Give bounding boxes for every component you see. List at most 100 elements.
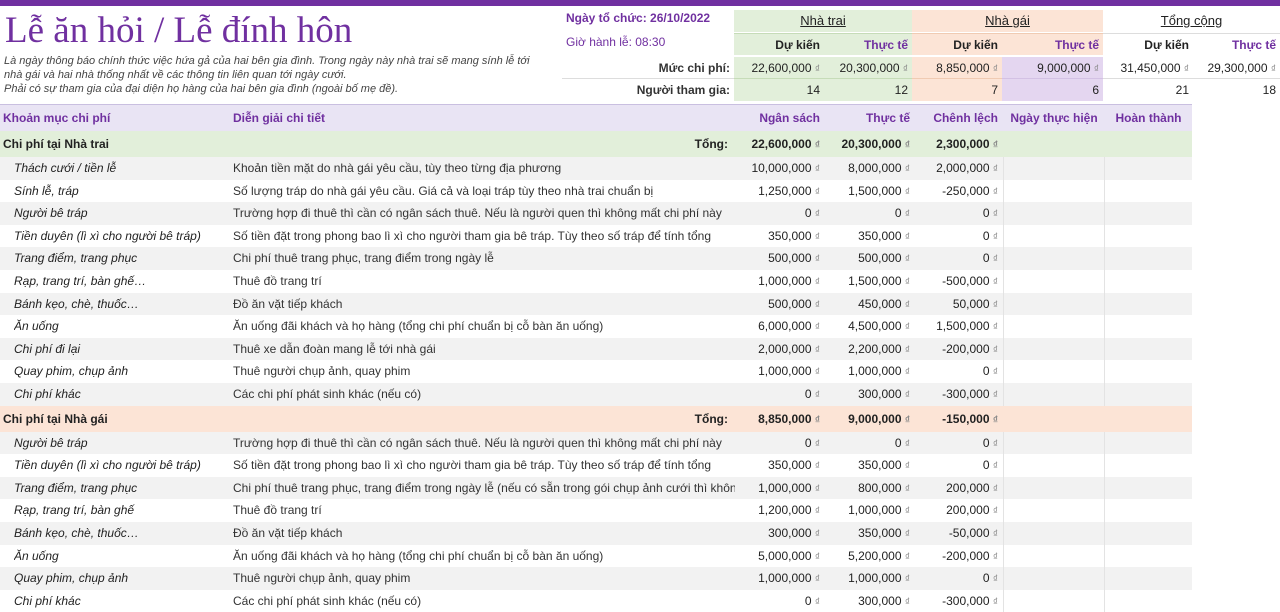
row-detail[interactable]: Trường hợp đi thuê thì cần có ngân sách … (233, 432, 735, 455)
row-category[interactable]: Chi phí khác (14, 383, 228, 406)
summary-groom-actual-header[interactable]: Thực tế (824, 33, 912, 55)
row-budget[interactable]: 1,250,000 ₫ (737, 180, 824, 203)
row-actual[interactable]: 2,200,000 ₫ (826, 338, 914, 361)
row-variance[interactable]: -250,000 ₫ (916, 180, 1002, 203)
row-category[interactable]: Người bê tráp (14, 202, 228, 225)
row-variance[interactable]: 0 ₫ (916, 360, 1002, 383)
row-variance[interactable]: 1,500,000 ₫ (916, 315, 1002, 338)
row-variance[interactable]: 0 ₫ (916, 247, 1002, 270)
header-category[interactable]: Khoản mục chi phí (3, 105, 228, 131)
row-detail[interactable]: Các chi phí phát sinh khác (nếu có) (233, 383, 735, 406)
row-detail[interactable]: Trường hợp đi thuê thì cần có ngân sách … (233, 202, 735, 225)
row-detail[interactable]: Chi phí thuê trang phục, trang điểm tron… (233, 477, 735, 500)
summary-cost-groom-estimate[interactable]: 22,600,000 ₫ (734, 57, 824, 79)
row-budget[interactable]: 500,000 ₫ (737, 247, 824, 270)
header-detail[interactable]: Diễn giải chi tiết (233, 105, 733, 131)
summary-total-header[interactable]: Tổng cộng (1103, 10, 1280, 32)
row-category[interactable]: Bánh kẹo, chè, thuốc… (14, 293, 228, 316)
row-actual[interactable]: 8,000,000 ₫ (826, 157, 914, 180)
row-budget[interactable]: 0 ₫ (737, 432, 824, 455)
row-budget[interactable]: 0 ₫ (737, 590, 824, 612)
row-category[interactable]: Ăn uống (14, 315, 228, 338)
row-variance[interactable]: 0 ₫ (916, 432, 1002, 455)
row-category[interactable]: Trang điểm, trang phục (14, 477, 228, 500)
row-category[interactable]: Quay phim, chụp ảnh (14, 360, 228, 383)
row-detail[interactable]: Ăn uống đãi khách và họ hàng (tổng chi p… (233, 545, 735, 568)
row-variance[interactable]: 200,000 ₫ (916, 499, 1002, 522)
row-detail[interactable]: Thuê người chụp ảnh, quay phim (233, 360, 735, 383)
row-actual[interactable]: 350,000 ₫ (826, 225, 914, 248)
header-budget[interactable]: Ngân sách (737, 105, 824, 131)
row-detail[interactable]: Số tiền đặt trong phong bao lì xì cho ng… (233, 454, 735, 477)
row-category[interactable]: Bánh kẹo, chè, thuốc… (14, 522, 228, 545)
summary-guests-total-actual[interactable]: 18 (1193, 79, 1280, 101)
row-actual[interactable]: 1,000,000 ₫ (826, 360, 914, 383)
row-actual[interactable]: 500,000 ₫ (826, 247, 914, 270)
row-variance[interactable]: -200,000 ₫ (916, 545, 1002, 568)
row-actual[interactable]: 1,000,000 ₫ (826, 499, 914, 522)
row-detail[interactable]: Số lượng tráp do nhà gái yêu cầu. Giá cả… (233, 180, 735, 203)
summary-guests-bride-actual[interactable]: 6 (1002, 79, 1103, 101)
row-variance[interactable]: 200,000 ₫ (916, 477, 1002, 500)
row-actual[interactable]: 4,500,000 ₫ (826, 315, 914, 338)
summary-groom-estimate-header[interactable]: Dự kiến (734, 33, 824, 55)
summary-bride-actual-header[interactable]: Thực tế (1002, 33, 1103, 55)
row-actual[interactable]: 350,000 ₫ (826, 454, 914, 477)
row-detail[interactable]: Đồ ăn vặt tiếp khách (233, 293, 735, 316)
row-actual[interactable]: 1,000,000 ₫ (826, 567, 914, 590)
row-variance[interactable]: 50,000 ₫ (916, 293, 1002, 316)
section-actual[interactable]: 9,000,000 ₫ (826, 406, 914, 432)
row-category[interactable]: Quay phim, chụp ảnh (14, 567, 228, 590)
header-variance[interactable]: Chênh lệch (916, 105, 1002, 131)
row-variance[interactable]: -50,000 ₫ (916, 522, 1002, 545)
event-date[interactable]: Ngày tổ chức: 26/10/2022 (566, 11, 710, 25)
row-budget[interactable]: 6,000,000 ₫ (737, 315, 824, 338)
row-budget[interactable]: 1,000,000 ₫ (737, 477, 824, 500)
row-actual[interactable]: 800,000 ₫ (826, 477, 914, 500)
summary-total-estimate-header[interactable]: Dự kiến (1103, 33, 1193, 55)
summary-guests-groom-actual[interactable]: 12 (824, 79, 912, 101)
row-budget[interactable]: 0 ₫ (737, 202, 824, 225)
row-variance[interactable]: 0 ₫ (916, 225, 1002, 248)
section-actual[interactable]: 20,300,000 ₫ (826, 131, 914, 157)
summary-total-actual-header[interactable]: Thực tế (1193, 33, 1280, 55)
row-category[interactable]: Trang điểm, trang phục (14, 247, 228, 270)
row-category[interactable]: Tiền duyên (lì xì cho người bê tráp) (14, 454, 228, 477)
row-actual[interactable]: 0 ₫ (826, 202, 914, 225)
summary-bride-header[interactable]: Nhà gái (912, 10, 1103, 32)
row-detail[interactable]: Thuê xe dẫn đoàn mang lễ tới nhà gái (233, 338, 735, 361)
row-variance[interactable]: -200,000 ₫ (916, 338, 1002, 361)
row-variance[interactable]: -300,000 ₫ (916, 383, 1002, 406)
row-actual[interactable]: 5,200,000 ₫ (826, 545, 914, 568)
summary-cost-total-actual[interactable]: 29,300,000 ₫ (1193, 57, 1280, 79)
row-category[interactable]: Sính lễ, tráp (14, 180, 228, 203)
row-category[interactable]: Ăn uống (14, 545, 228, 568)
section-budget[interactable]: 8,850,000 ₫ (737, 406, 824, 432)
row-category[interactable]: Người bê tráp (14, 432, 228, 455)
row-variance[interactable]: -300,000 ₫ (916, 590, 1002, 612)
row-category[interactable]: Thách cưới / tiền lễ (14, 157, 228, 180)
row-detail[interactable]: Số tiền đặt trong phong bao lì xì cho ng… (233, 225, 735, 248)
row-budget[interactable]: 350,000 ₫ (737, 454, 824, 477)
event-time[interactable]: Giờ hành lễ: 08:30 (566, 35, 665, 49)
row-budget[interactable]: 2,000,000 ₫ (737, 338, 824, 361)
row-budget[interactable]: 1,000,000 ₫ (737, 360, 824, 383)
section-name[interactable]: Chi phí tại Nhà trai (3, 131, 109, 157)
row-category[interactable]: Tiền duyên (lì xì cho người bê tráp) (14, 225, 228, 248)
row-detail[interactable]: Khoản tiền mặt do nhà gái yêu cầu, tùy t… (233, 157, 735, 180)
section-variance[interactable]: -150,000 ₫ (916, 406, 1002, 432)
row-budget[interactable]: 1,000,000 ₫ (737, 567, 824, 590)
summary-guests-bride-estimate[interactable]: 7 (912, 79, 1002, 101)
row-variance[interactable]: 0 ₫ (916, 202, 1002, 225)
row-actual[interactable]: 1,500,000 ₫ (826, 270, 914, 293)
section-variance[interactable]: 2,300,000 ₫ (916, 131, 1002, 157)
row-actual[interactable]: 350,000 ₫ (826, 522, 914, 545)
row-budget[interactable]: 1,000,000 ₫ (737, 270, 824, 293)
row-budget[interactable]: 300,000 ₫ (737, 522, 824, 545)
header-completed[interactable]: Hoàn thành (1105, 105, 1192, 131)
row-category[interactable]: Rạp, trang trí, bàn ghế (14, 499, 228, 522)
summary-cost-groom-actual[interactable]: 20,300,000 ₫ (824, 57, 912, 79)
row-budget[interactable]: 0 ₫ (737, 383, 824, 406)
row-actual[interactable]: 1,500,000 ₫ (826, 180, 914, 203)
header-date[interactable]: Ngày thực hiện (1004, 105, 1104, 131)
